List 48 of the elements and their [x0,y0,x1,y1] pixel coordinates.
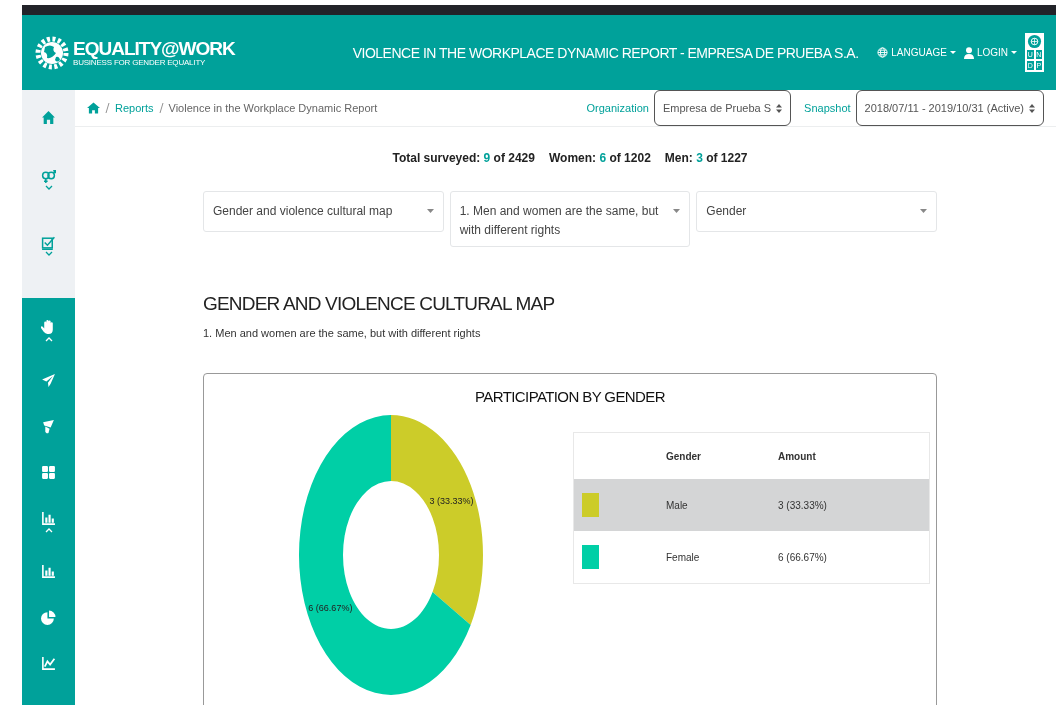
gender-icon[interactable] [41,169,56,184]
gear-globe-icon [34,34,70,71]
chart-title: PARTICIPATION BY GENDER [474,388,666,407]
brand-name: EQUALITY@WORK [73,38,235,58]
home-icon[interactable] [41,110,56,125]
caret-icon [673,209,681,213]
caret-icon [949,51,956,54]
breadcrumb-current: Violence in the Workplace Dynamic Report [168,102,378,114]
section-title: GENDER AND VIOLENCE CULTURAL MAP [203,293,556,315]
caret-icon [920,209,927,213]
checkbox-icon[interactable] [41,235,56,250]
column-header: Gender [665,432,777,479]
up-down-icon [1029,103,1035,113]
user-icon [963,46,974,59]
dropdown[interactable]: 1. Men and women are the same, but with different rights [449,191,691,247]
pie-chart-icon[interactable] [41,610,56,625]
slice-label: 3 (33.33%) [429,495,474,506]
hand-icon[interactable] [41,320,56,335]
table-cell: 3 (33.33%) [778,499,827,511]
table-cell: Female [666,551,700,563]
snapshot-select[interactable]: 2018/07/11 - 2019/10/31 (Active) [855,90,1044,126]
section-subtitle: 1. Men and women are the same, but with different rights [203,327,482,339]
home-icon[interactable] [87,102,100,114]
page-title: VIOLENCE IN THE WORKPLACE DYNAMIC REPORT - EMPRESA DE PRUEBA S.A. [351,44,860,61]
table-cell: Male [666,499,688,511]
globe-icon [877,47,889,58]
grid-icon[interactable] [41,465,56,480]
separator-icon [158,103,164,113]
dropdown[interactable]: Gender [696,191,937,232]
stat-text: Women: 6 of 1202 [548,151,651,165]
organization-label: Organization [586,102,649,114]
stat-text: Total surveyed: 9 of 2429 [392,151,535,165]
slice-label: 6 (66.67%) [308,602,353,613]
stat-text: Men: 3 of 1227 [664,151,748,165]
dropdown[interactable]: Gender and violence cultural map [203,191,444,232]
separator-icon [105,103,110,113]
caret-icon [426,209,434,213]
caret-icon [1011,51,1017,54]
paper-plane-icon[interactable] [41,373,56,388]
organization-select[interactable]: Empresa de Prueba S [653,90,792,126]
snapshot-label: Snapshot [804,102,851,114]
megaphone-icon[interactable] [41,419,56,434]
bar-chart-icon[interactable] [41,511,56,526]
column-header: Amount [777,432,930,479]
table-cell: 6 (66.67%) [778,551,827,563]
up-down-icon [776,103,783,113]
bar-chart-icon[interactable] [41,564,56,579]
line-chart-icon[interactable] [41,656,56,671]
